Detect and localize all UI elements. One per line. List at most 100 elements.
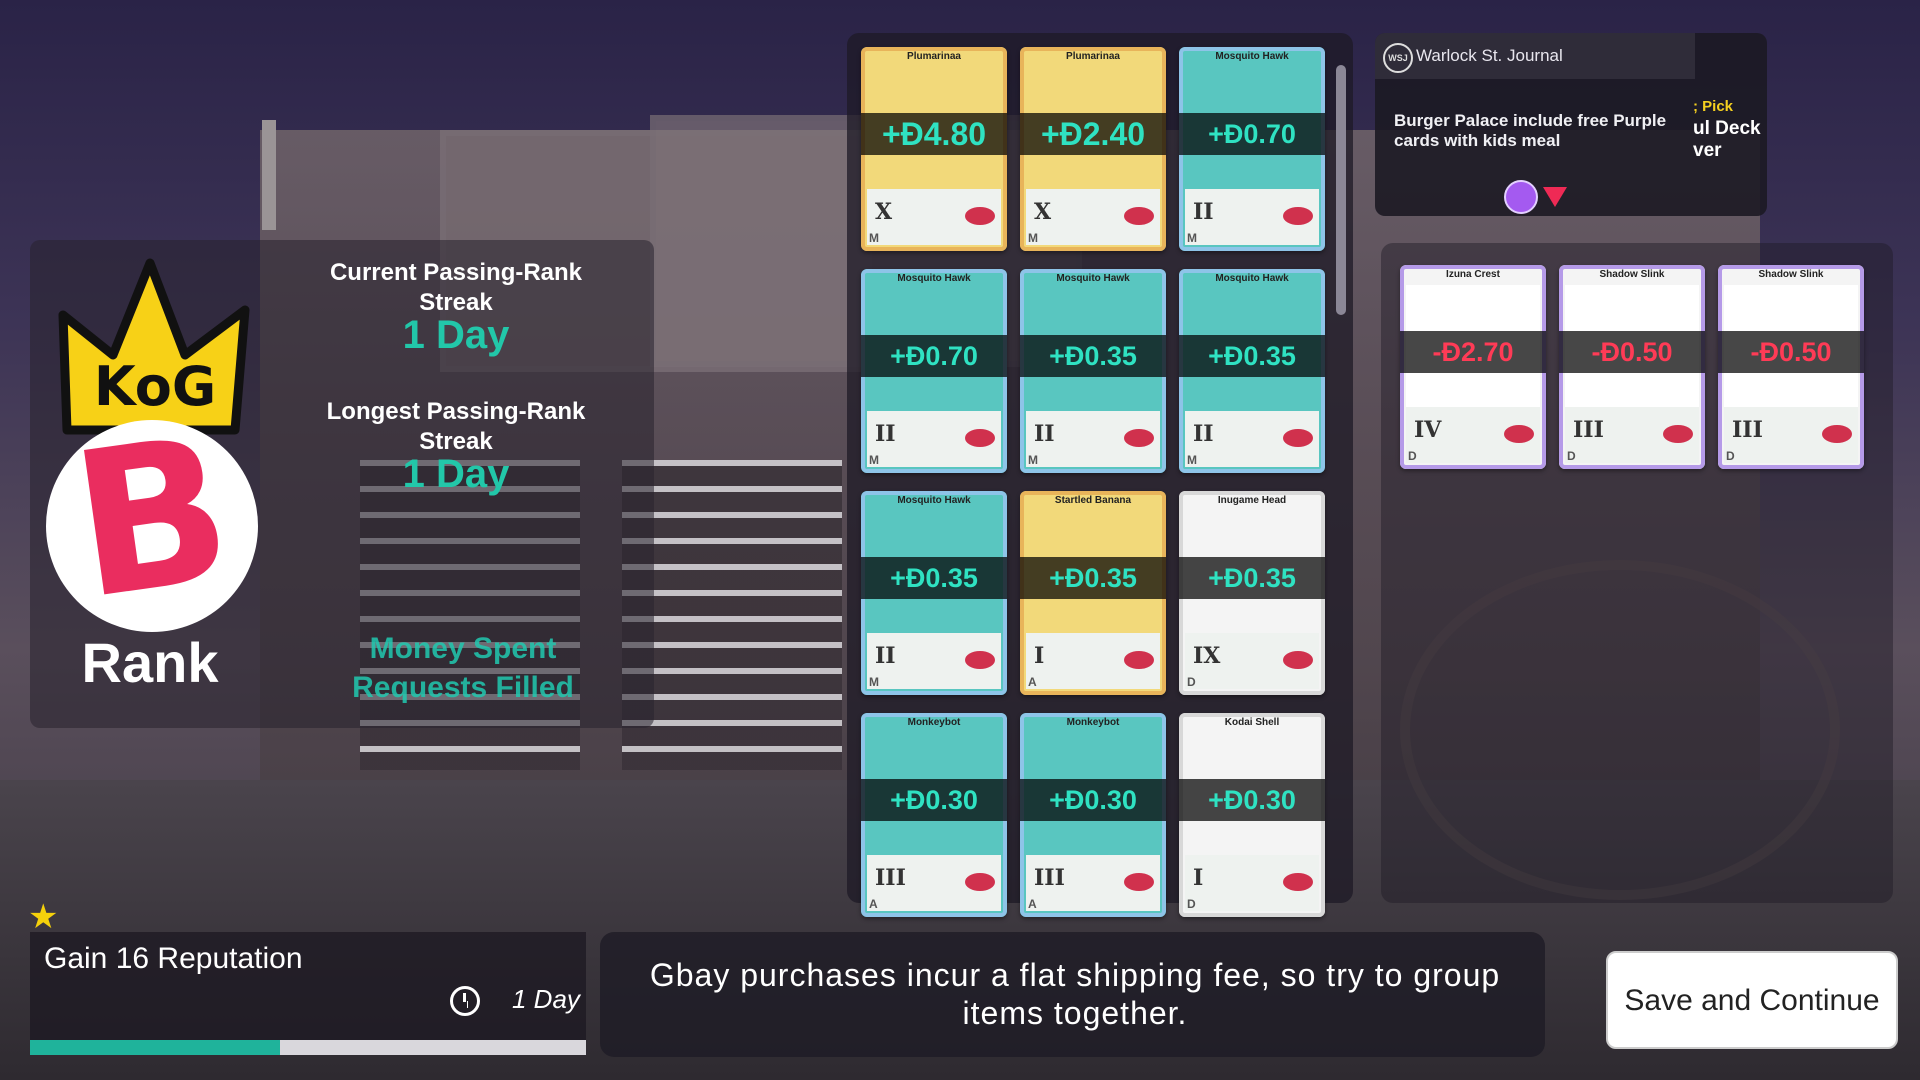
card-level: II (1034, 421, 1055, 447)
sold-card[interactable]: Mosquito Hawk II M +Đ0.35 (861, 491, 1007, 695)
sold-card[interactable]: Monkeybot III A +Đ0.30 (1020, 713, 1166, 917)
card-rarity: A (1028, 675, 1037, 689)
card-value: -Đ0.50 (1559, 331, 1705, 373)
background-shutter (622, 460, 842, 770)
lips-icon (1124, 651, 1154, 669)
card-title: Kodai Shell (1224, 717, 1280, 728)
card-value: +Đ0.30 (1179, 779, 1325, 821)
card-rarity: M (1028, 453, 1038, 467)
lips-icon (1283, 873, 1313, 891)
sold-card[interactable]: Inugame Head IX D +Đ0.35 (1179, 491, 1325, 695)
card-title: Mosquito Hawk (1215, 51, 1289, 62)
card-value: +Đ2.40 (1020, 113, 1166, 155)
card-title: Shadow Slink (1758, 269, 1824, 280)
sold-card[interactable]: Monkeybot III A +Đ0.30 (861, 713, 1007, 917)
purchased-card[interactable]: Shadow Slink III D -Đ0.50 (1559, 265, 1705, 469)
purple-pagination-dot[interactable] (1504, 180, 1538, 214)
card-list-scrollbar[interactable] (1336, 65, 1346, 315)
lips-icon (1504, 425, 1534, 443)
lips-icon (1822, 425, 1852, 443)
clock-icon (450, 986, 480, 1016)
purchased-card[interactable]: Izuna Crest IV D -Đ2.70 (1400, 265, 1546, 469)
sold-card[interactable]: Plumarinaa X M +Đ2.40 (1020, 47, 1166, 251)
card-rarity: A (1028, 897, 1037, 911)
lips-icon (1283, 651, 1313, 669)
card-title: Inugame Head (1217, 495, 1287, 506)
card-title: Plumarinaa (907, 51, 961, 62)
card-title: Monkeybot (907, 717, 961, 728)
card-level: II (1193, 199, 1214, 225)
lips-icon (1283, 429, 1313, 447)
requests-filled-label: Requests Filled (352, 671, 574, 704)
journal-headline: Burger Palace include free Purple cards … (1394, 111, 1667, 150)
rank-letter: B (60, 392, 244, 644)
card-rarity: D (1567, 449, 1576, 463)
journal-next-headline: ; Pick ul Deck ver (1693, 96, 1761, 162)
lips-icon (965, 429, 995, 447)
journal-side-line2: ver (1693, 140, 1722, 161)
lips-icon (1663, 425, 1693, 443)
longest-streak-value: 1 Day (402, 452, 510, 496)
card-level: II (875, 643, 896, 669)
current-streak-value: 1 Day (402, 313, 510, 357)
reputation-progress-fill (30, 1040, 281, 1055)
card-value: -Đ0.50 (1718, 331, 1864, 373)
card-rarity: M (869, 231, 879, 245)
card-value: +Đ0.35 (1179, 335, 1325, 377)
sold-card[interactable]: Mosquito Hawk II M +Đ0.70 (1179, 47, 1325, 251)
card-value: +Đ0.30 (861, 779, 1007, 821)
card-rarity: D (1187, 675, 1196, 689)
purchased-card[interactable]: Shadow Slink III D -Đ0.50 (1718, 265, 1864, 469)
sold-card[interactable]: Startled Banana I A +Đ0.35 (1020, 491, 1166, 695)
card-level: IX (1193, 643, 1221, 669)
journal-side-pick: ; Pick (1693, 98, 1734, 115)
card-level: III (1034, 865, 1065, 891)
card-title: Mosquito Hawk (897, 495, 971, 506)
card-level: III (875, 865, 906, 891)
journal-title: Warlock St. Journal (1416, 46, 1563, 65)
money-spent-label: Money Spent (369, 632, 557, 665)
card-rarity: D (1726, 449, 1735, 463)
card-rarity: M (869, 453, 879, 467)
card-title: Izuna Crest (1446, 269, 1500, 280)
card-value: +Đ0.70 (861, 335, 1007, 377)
save-and-continue-button[interactable]: Save and Continue (1606, 951, 1898, 1049)
lips-icon (965, 207, 995, 225)
card-rarity: D (1187, 897, 1196, 911)
card-title: Mosquito Hawk (1056, 273, 1130, 284)
reputation-text: Gain 16 Reputation (44, 942, 303, 975)
card-level: X (875, 199, 893, 225)
card-value: +Đ0.35 (1020, 557, 1166, 599)
journal-side-line1: ul Deck (1693, 118, 1761, 139)
card-value: +Đ0.30 (1020, 779, 1166, 821)
card-level: I (1193, 865, 1204, 891)
card-value: +Đ0.70 (1179, 113, 1325, 155)
card-title: Mosquito Hawk (897, 273, 971, 284)
sold-card[interactable]: Plumarinaa X M +Đ4.80 (861, 47, 1007, 251)
card-rarity: D (1408, 449, 1417, 463)
background-pole (262, 120, 276, 230)
sold-card[interactable]: Mosquito Hawk II M +Đ0.35 (1179, 269, 1325, 473)
card-level: II (1193, 421, 1214, 447)
card-value: +Đ0.35 (1020, 335, 1166, 377)
card-value: +Đ0.35 (1179, 557, 1325, 599)
sold-card[interactable]: Mosquito Hawk II M +Đ0.70 (861, 269, 1007, 473)
red-triangle-marker[interactable] (1543, 187, 1567, 207)
rank-label: Rank (81, 631, 219, 694)
card-value: +Đ0.35 (861, 557, 1007, 599)
lips-icon (1124, 873, 1154, 891)
card-title: Startled Banana (1054, 495, 1132, 506)
lips-icon (965, 651, 995, 669)
tip-text: Gbay purchases incur a flat shipping fee… (649, 957, 1501, 1031)
card-title: Shadow Slink (1599, 269, 1665, 280)
lips-icon (1283, 207, 1313, 225)
card-level: III (1732, 417, 1763, 443)
lips-icon (965, 873, 995, 891)
sold-card[interactable]: Mosquito Hawk II M +Đ0.35 (1020, 269, 1166, 473)
lips-icon (1124, 429, 1154, 447)
sold-card[interactable]: Kodai Shell I D +Đ0.30 (1179, 713, 1325, 917)
star-icon: ★ (28, 898, 59, 936)
card-rarity: M (869, 675, 879, 689)
card-title: Mosquito Hawk (1215, 273, 1289, 284)
current-streak-title: Current Passing-Rank Streak (329, 259, 583, 316)
